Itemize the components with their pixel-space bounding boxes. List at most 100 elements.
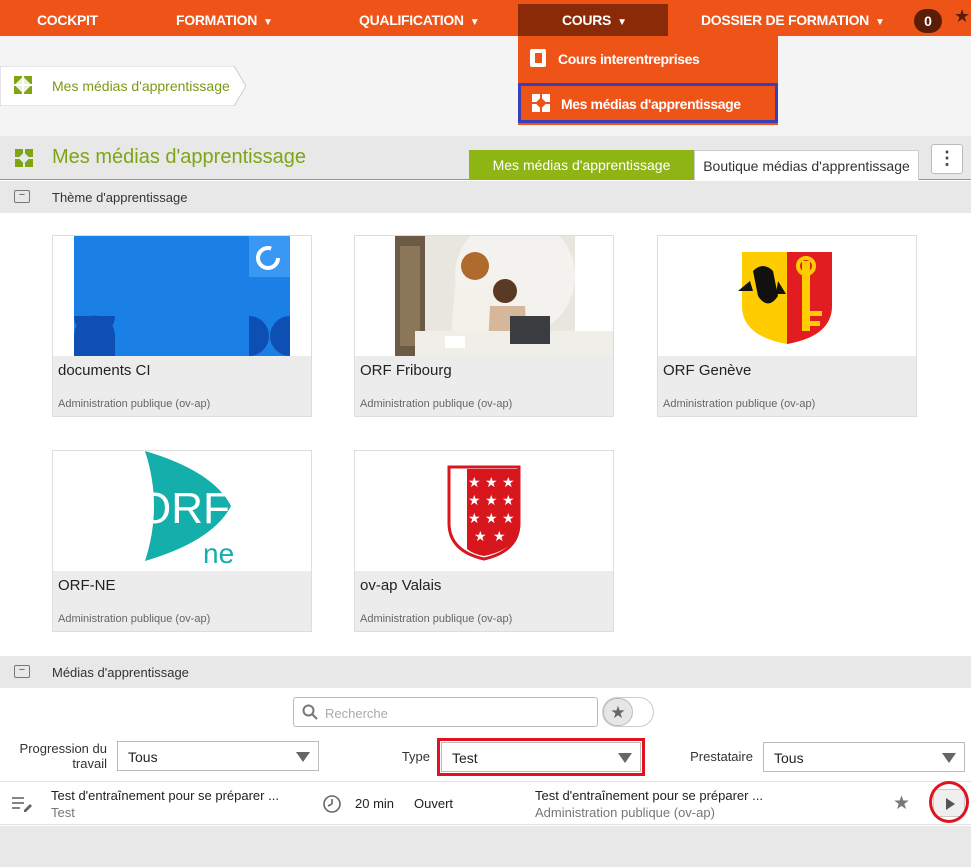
page-title: Mes médias d'apprentissage xyxy=(52,146,306,168)
provider-select[interactable]: Tous xyxy=(763,742,965,772)
card-image xyxy=(658,236,916,356)
nav-label: FORMATION xyxy=(176,12,258,28)
nav-item-dossier-de-formation[interactable]: DOSSIER DE FORMATION ▼ xyxy=(701,0,885,36)
card-title: ov-ap Valais xyxy=(360,577,442,594)
media-provider: Administration publique (ov-ap) xyxy=(535,805,715,820)
test-list-icon xyxy=(12,797,32,812)
card-image xyxy=(53,236,311,356)
svg-text:★: ★ xyxy=(468,475,481,491)
card-image: ORF ne xyxy=(53,451,311,571)
documents-ci-thumbnail xyxy=(74,236,290,356)
caret-down-icon: ▼ xyxy=(263,17,273,28)
svg-text:★: ★ xyxy=(485,493,498,509)
nav-item-cockpit[interactable]: COCKPIT xyxy=(37,0,98,36)
office-photo-thumbnail xyxy=(395,236,613,356)
card-image: ★ ★ ★ ★ ★ ★ ★ ★ ★ ★ ★ xyxy=(355,451,613,571)
filter-label-progress: Progression du travail xyxy=(19,741,107,771)
theme-card-ov-ap-valais[interactable]: ★ ★ ★ ★ ★ ★ ★ ★ ★ ★ ★ ov-ap Valais Administrati… xyxy=(354,450,614,632)
caret-down-icon: ▼ xyxy=(469,17,480,28)
card-subtitle: Administration publique (ov-ap) xyxy=(663,398,816,410)
svg-text:★: ★ xyxy=(493,529,506,545)
valais-coat-of-arms-icon: ★ ★ ★ ★ ★ ★ ★ ★ ★ ★ ★ xyxy=(447,465,521,561)
logo-ne-text: ne xyxy=(203,538,234,569)
card-subtitle: Administration publique (ov-ap) xyxy=(360,613,513,625)
caret-down-icon: ▼ xyxy=(617,17,627,28)
card-title: ORF Fribourg xyxy=(360,362,452,379)
caret-down-icon: ▼ xyxy=(874,17,885,28)
media-kind: Test xyxy=(51,805,75,820)
learning-media-icon xyxy=(14,76,32,94)
nav-item-qualification[interactable]: QUALIFICATION ▼ xyxy=(359,0,480,36)
filter-label-type: Type xyxy=(401,749,430,764)
nav-item-cours[interactable]: COURS ▼ xyxy=(562,0,627,36)
themes-section-header: − Thème d'apprentissage xyxy=(0,181,971,213)
learning-media-icon xyxy=(15,149,33,167)
menu-item-mes-medias-d-apprentissage[interactable]: Mes médias d'apprentissage xyxy=(518,83,778,123)
media-course: Test d'entraînement pour se préparer ... xyxy=(535,788,763,803)
tab-boutique[interactable]: Boutique médias d'apprentissage xyxy=(694,150,919,180)
logo-orf-text: ORF xyxy=(137,484,230,533)
table-row[interactable]: Test d'entraînement pour se préparer ...… xyxy=(0,781,971,825)
card-subtitle: Administration publique (ov-ap) xyxy=(58,398,211,410)
media-title: Test d'entraînement pour se préparer ... xyxy=(51,788,279,803)
nav-item-formation[interactable]: FORMATION ▼ xyxy=(176,0,273,36)
select-value: Tous xyxy=(128,749,158,765)
svg-text:★: ★ xyxy=(502,475,515,491)
media-status: Ouvert xyxy=(414,796,454,811)
search-icon xyxy=(302,704,318,720)
geneva-coat-of-arms-icon xyxy=(738,252,832,344)
menu-item-label: Mes médias d'apprentissage xyxy=(561,96,741,112)
svg-text:★: ★ xyxy=(485,475,498,491)
chevron-down-icon xyxy=(942,753,956,763)
star-icon[interactable]: ★ xyxy=(603,698,633,726)
favorite-star-icon[interactable]: ★ xyxy=(893,792,910,815)
svg-text:★: ★ xyxy=(502,493,515,509)
svg-text:★: ★ xyxy=(485,511,498,527)
search-input[interactable]: Recherche xyxy=(293,697,598,727)
card-title: documents CI xyxy=(58,362,151,379)
more-options-button[interactable]: ⋮ xyxy=(931,144,963,174)
type-select-highlight xyxy=(437,738,645,776)
course-icon xyxy=(530,49,546,67)
learning-media-icon xyxy=(532,94,550,112)
media-duration: 20 min xyxy=(355,796,395,811)
svg-text:★: ★ xyxy=(468,511,481,527)
card-title: ORF-NE xyxy=(58,577,116,594)
top-navigation-bar: COCKPIT FORMATION ▼ QUALIFICATION ▼ COURS ▼… xyxy=(0,0,971,36)
favorites-star-icon[interactable]: ★ xyxy=(954,6,970,27)
section-label: Thème d'apprentissage xyxy=(52,190,188,205)
theme-card-orf-fribourg[interactable]: ORF Fribourg Administration publique (ov… xyxy=(354,235,614,417)
section-label: Médias d'apprentissage xyxy=(52,665,189,680)
nav-label: COURS xyxy=(562,12,612,28)
orf-ne-logo: ORF ne xyxy=(137,451,234,569)
svg-text:★: ★ xyxy=(474,529,487,545)
clock-icon xyxy=(323,795,341,813)
card-subtitle: Administration publique (ov-ap) xyxy=(58,613,211,625)
theme-card-orf-ne[interactable]: ORF ne ORF-NE Administration publique (o… xyxy=(52,450,312,632)
select-value: Tous xyxy=(774,750,804,766)
collapse-icon[interactable]: − xyxy=(14,190,30,203)
play-button-highlight xyxy=(929,781,969,823)
progress-select[interactable]: Tous xyxy=(117,741,319,771)
nav-label: COCKPIT xyxy=(37,12,98,28)
menu-item-label: Cours interentreprises xyxy=(558,51,700,67)
nav-label: QUALIFICATION xyxy=(359,12,464,28)
card-image xyxy=(355,236,613,356)
theme-card-documents-ci[interactable]: documents CI Administration publique (ov… xyxy=(52,235,312,417)
search-placeholder: Recherche xyxy=(325,706,388,721)
card-title: ORF Genève xyxy=(663,362,752,379)
menu-item-cours-interentreprises[interactable]: Cours interentreprises xyxy=(518,38,778,78)
collapse-icon[interactable]: − xyxy=(14,665,30,678)
cours-dropdown-menu: Cours interentreprises Mes médias d'appr… xyxy=(518,36,778,125)
breadcrumb-label[interactable]: Mes médias d'apprentissage xyxy=(52,78,230,94)
card-subtitle: Administration publique (ov-ap) xyxy=(360,398,513,410)
footer-bar xyxy=(0,826,971,867)
theme-card-orf-geneve[interactable]: ORF Genève Administration publique (ov-a… xyxy=(657,235,917,417)
svg-text:★: ★ xyxy=(502,511,515,527)
filter-label-provider: Prestataire xyxy=(690,749,753,764)
chevron-down-icon xyxy=(296,752,310,762)
nav-label: DOSSIER DE FORMATION xyxy=(701,12,869,28)
svg-text:★: ★ xyxy=(468,493,481,509)
cart-count-badge[interactable]: 0 xyxy=(914,9,942,33)
tab-mes-medias[interactable]: Mes médias d'apprentissage xyxy=(469,150,694,180)
